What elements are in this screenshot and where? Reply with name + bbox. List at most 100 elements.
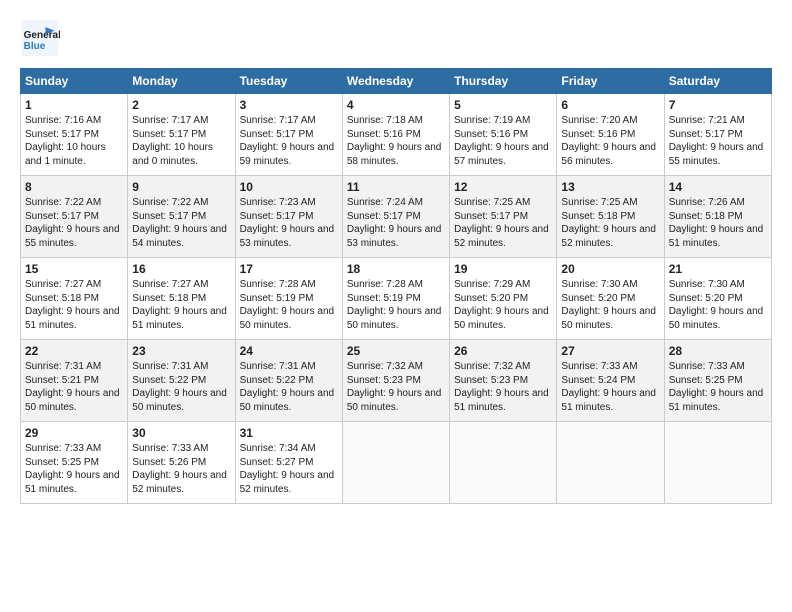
sunrise: Sunrise: 7:17 AM [240,115,316,126]
svg-text:Blue: Blue [24,41,46,52]
day-number: 24 [240,343,338,359]
sunset: Sunset: 5:19 PM [347,293,421,304]
weekday-header-monday: Monday [128,69,235,94]
calendar-cell: 13Sunrise: 7:25 AMSunset: 5:18 PMDayligh… [557,176,664,258]
day-number: 13 [561,179,659,195]
sunset: Sunset: 5:19 PM [240,293,314,304]
sunrise: Sunrise: 7:33 AM [25,443,101,454]
sunrise: Sunrise: 7:26 AM [669,197,745,208]
calendar-week-2: 8Sunrise: 7:22 AMSunset: 5:17 PMDaylight… [21,176,772,258]
daylight: Daylight: 9 hours and 50 minutes. [240,306,335,331]
daylight: Daylight: 9 hours and 51 minutes. [132,306,227,331]
daylight: Daylight: 9 hours and 55 minutes. [25,224,120,249]
sunset: Sunset: 5:16 PM [454,129,528,140]
sunrise: Sunrise: 7:28 AM [347,279,423,290]
calendar-cell: 31Sunrise: 7:34 AMSunset: 5:27 PMDayligh… [235,422,342,504]
calendar-cell: 11Sunrise: 7:24 AMSunset: 5:17 PMDayligh… [342,176,449,258]
sunrise: Sunrise: 7:33 AM [132,443,208,454]
weekday-header-thursday: Thursday [450,69,557,94]
calendar-cell: 18Sunrise: 7:28 AMSunset: 5:19 PMDayligh… [342,258,449,340]
weekday-header-wednesday: Wednesday [342,69,449,94]
sunrise: Sunrise: 7:23 AM [240,197,316,208]
calendar-cell: 2Sunrise: 7:17 AMSunset: 5:17 PMDaylight… [128,94,235,176]
calendar-cell: 20 Sunrise: 7:30 AM Sunset: 5:20 PM Dayligh… [557,258,664,340]
sunrise: Sunrise: 7:32 AM [347,361,423,372]
sunset: Sunset: 5:17 PM [25,211,99,222]
sunrise: Sunrise: 7:17 AM [132,115,208,126]
daylight: Daylight: 9 hours and 52 minutes. [132,470,227,495]
calendar-cell: 27Sunrise: 7:33 AMSunset: 5:24 PMDayligh… [557,340,664,422]
day-number: 27 [561,343,659,359]
day-number: 20 [561,261,659,277]
calendar-week-1: 1 Sunrise: 7:16 AM Sunset: 5:17 PM Daylight… [21,94,772,176]
day-number: 2 [132,97,230,113]
calendar-cell: 24Sunrise: 7:31 AMSunset: 5:22 PMDayligh… [235,340,342,422]
calendar-cell [450,422,557,504]
day-number: 16 [132,261,230,277]
daylight: Daylight: 9 hours and 50 minutes. [347,306,442,331]
sunset: Sunset: 5:23 PM [347,375,421,386]
daylight: Daylight: 9 hours and 55 minutes. [669,142,764,167]
calendar-cell: 10Sunrise: 7:23 AMSunset: 5:17 PMDayligh… [235,176,342,258]
calendar-cell: 28Sunrise: 7:33 AMSunset: 5:25 PMDayligh… [664,340,771,422]
sunset: Sunset: 5:20 PM [454,293,528,304]
calendar-cell: 4Sunrise: 7:18 AMSunset: 5:16 PMDaylight… [342,94,449,176]
sunset: Sunset: 5:25 PM [25,457,99,468]
calendar-cell: 7Sunrise: 7:21 AMSunset: 5:17 PMDaylight… [664,94,771,176]
sunset: Sunset: 5:16 PM [561,129,635,140]
sunset: Sunset: 5:20 PM [561,293,635,304]
sunset: Sunset: 5:18 PM [561,211,635,222]
daylight: Daylight: 9 hours and 59 minutes. [240,142,335,167]
sunset: Sunset: 5:18 PM [669,211,743,222]
day-number: 30 [132,425,230,441]
day-number: 23 [132,343,230,359]
calendar-week-4: 22Sunrise: 7:31 AMSunset: 5:21 PMDayligh… [21,340,772,422]
daylight: Daylight: 9 hours and 50 minutes. [561,306,656,331]
sunrise: Sunrise: 7:27 AM [25,279,101,290]
sunrise: Sunrise: 7:27 AM [132,279,208,290]
calendar-cell [342,422,449,504]
day-number: 22 [25,343,123,359]
sunset: Sunset: 5:20 PM [669,293,743,304]
sunrise: Sunrise: 7:28 AM [240,279,316,290]
daylight: Daylight: 9 hours and 50 minutes. [454,306,549,331]
header: General Blue [20,18,772,58]
sunrise: Sunrise: 7:30 AM [561,279,637,290]
day-number: 7 [669,97,767,113]
sunset: Sunset: 5:18 PM [132,293,206,304]
daylight: Daylight: 9 hours and 52 minutes. [240,470,335,495]
sunrise: Sunrise: 7:33 AM [561,361,637,372]
sunset: Sunset: 5:27 PM [240,457,314,468]
calendar-cell: 1Sunrise: 7:16 AMSunset: 5:17 PMDaylight… [21,94,128,176]
day-number: 21 [669,261,767,277]
day-number: 1 [25,97,123,113]
day-number: 10 [240,179,338,195]
daylight: Daylight: 9 hours and 53 minutes. [347,224,442,249]
calendar-cell: 22Sunrise: 7:31 AMSunset: 5:21 PMDayligh… [21,340,128,422]
sunrise: Sunrise: 7:31 AM [25,361,101,372]
daylight: Daylight: 9 hours and 52 minutes. [561,224,656,249]
calendar-cell: 21Sunrise: 7:30 AMSunset: 5:20 PMDayligh… [664,258,771,340]
sunrise: Sunrise: 7:19 AM [454,115,530,126]
sunset: Sunset: 5:18 PM [25,293,99,304]
sunrise: Sunrise: 7:33 AM [669,361,745,372]
sunset: Sunset: 5:24 PM [561,375,635,386]
daylight: Daylight: 9 hours and 51 minutes. [25,306,120,331]
sunrise: Sunrise: 7:29 AM [454,279,530,290]
weekday-row: SundayMondayTuesdayWednesdayThursdayFrid… [21,69,772,94]
sunrise: Sunrise: 7:20 AM [561,115,637,126]
sunrise: Sunrise: 7:25 AM [454,197,530,208]
sunrise: Sunrise: 7:31 AM [132,361,208,372]
calendar-cell: 6Sunrise: 7:20 AMSunset: 5:16 PMDaylight… [557,94,664,176]
calendar-cell: 9Sunrise: 7:22 AMSunset: 5:17 PMDaylight… [128,176,235,258]
sunset: Sunset: 5:17 PM [25,129,99,140]
calendar-cell: 30Sunrise: 7:33 AMSunset: 5:26 PMDayligh… [128,422,235,504]
day-number: 4 [347,97,445,113]
daylight: Daylight: 9 hours and 53 minutes. [240,224,335,249]
daylight: Daylight: 9 hours and 56 minutes. [561,142,656,167]
sunrise: Sunrise: 7:16 AM [25,115,101,126]
day-number: 17 [240,261,338,277]
sunrise: Sunrise: 7:22 AM [25,197,101,208]
day-number: 28 [669,343,767,359]
daylight: Daylight: 9 hours and 54 minutes. [132,224,227,249]
